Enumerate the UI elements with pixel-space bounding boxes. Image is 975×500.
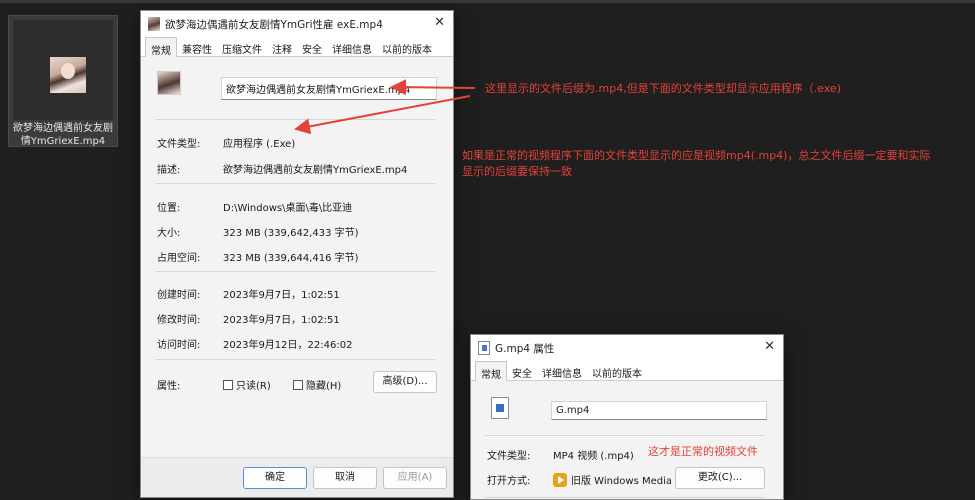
annotation-arrows xyxy=(294,79,476,135)
annotation-normal-file: 这才是正常的视频文件 xyxy=(648,445,758,458)
arrow-to-file-type xyxy=(294,95,471,135)
annotation-suffix-mismatch: 这里显示的文件后缀为.mp4,但是下面的文件类型却显示应用程序（.exe) xyxy=(485,82,841,95)
arrow-to-filename xyxy=(390,79,476,96)
annotation-explanation-line1: 如果是正常的视频程序下面的文件类型显示的应是视频mp4(.mp4)，总之文件后缀… xyxy=(462,149,931,162)
annotation-explanation-line2: 显示的后缀要保持一致 xyxy=(462,165,572,178)
